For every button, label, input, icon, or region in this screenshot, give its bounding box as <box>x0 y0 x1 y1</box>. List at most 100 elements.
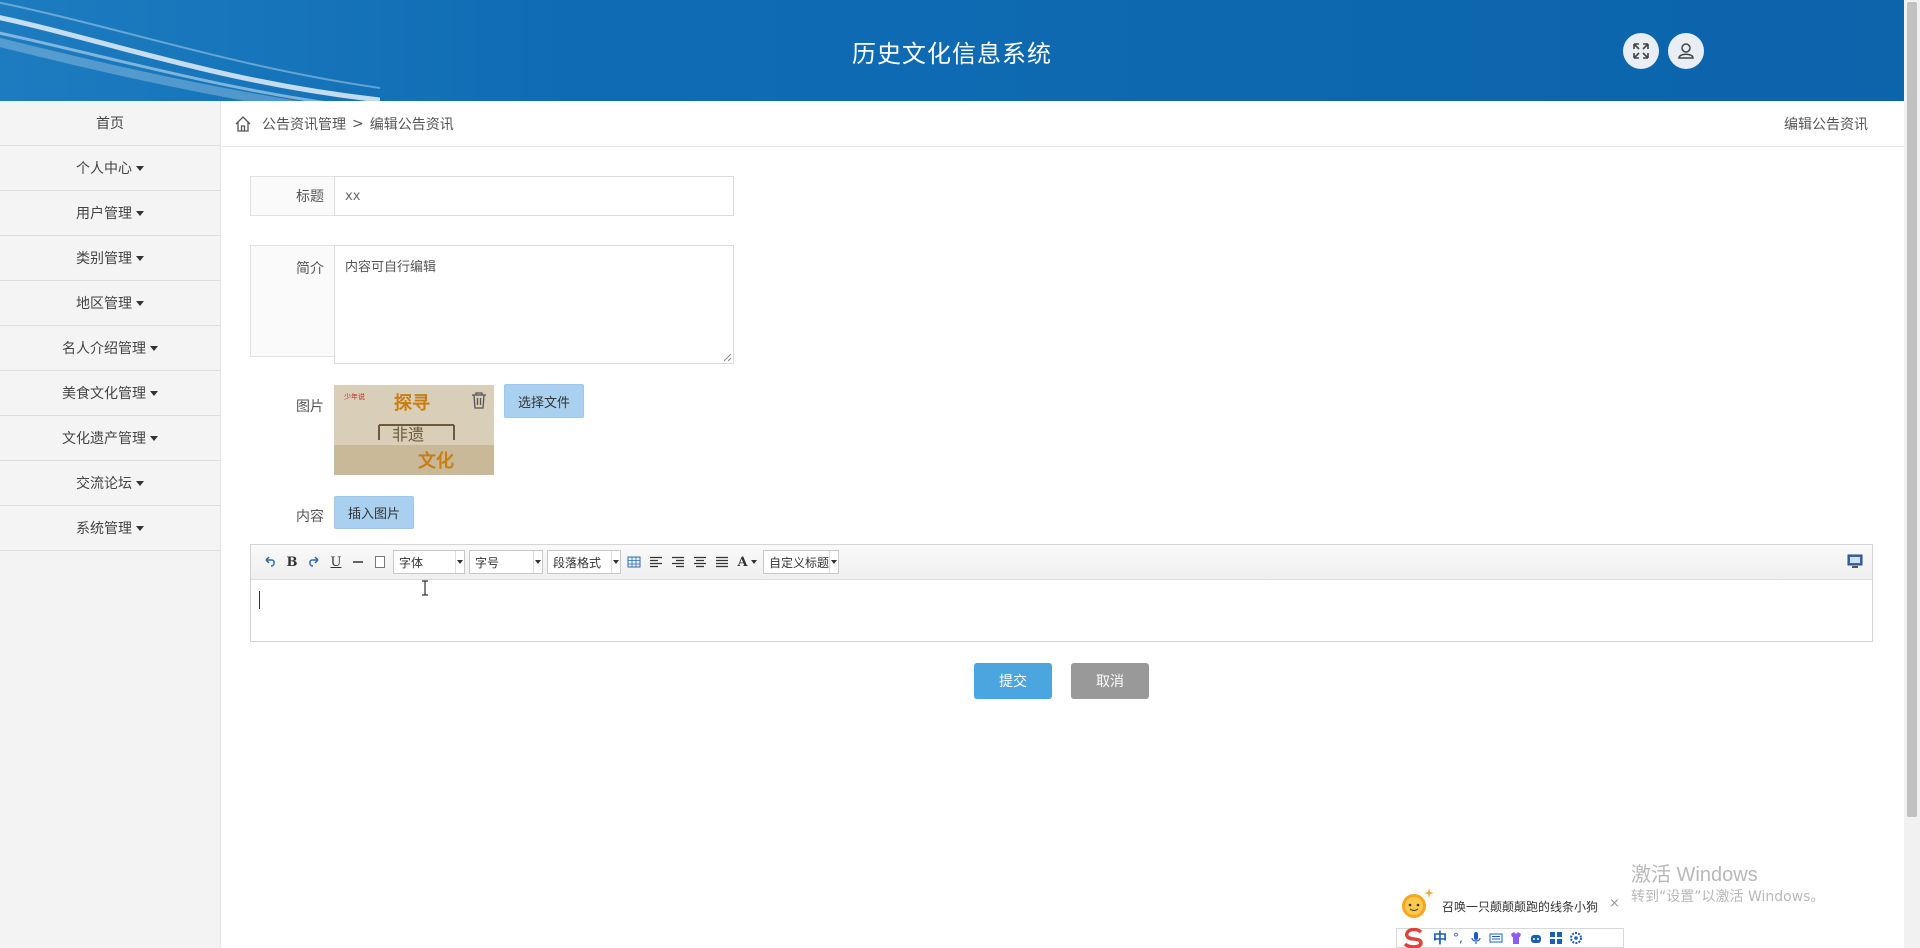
breadcrumb-parent[interactable]: 公告资讯管理 <box>262 114 346 134</box>
caret-down-icon <box>136 210 144 216</box>
app-title: 历史文化信息系统 <box>852 40 1052 68</box>
caret-down-icon <box>150 435 158 441</box>
title-input[interactable]: xx <box>334 176 734 216</box>
input-mode-toggle[interactable]: 中 <box>1433 928 1447 948</box>
intro-label: 简介 <box>250 245 334 357</box>
ime-notification[interactable]: 召唤一只颠颠颠跑的线条小狗 × <box>1396 884 1622 928</box>
ime-notification-text: 召唤一只颠颠颠跑的线条小狗 <box>1442 900 1599 914</box>
grid-apps-icon[interactable] <box>1549 931 1563 945</box>
title-input-value: xx <box>345 188 361 204</box>
text-cursor <box>259 591 260 609</box>
resize-grip-icon[interactable] <box>722 352 732 362</box>
page-break-button[interactable] <box>369 551 391 573</box>
font-color-button[interactable]: A <box>733 551 761 573</box>
keyboard-icon[interactable] <box>1489 931 1503 945</box>
skin-icon[interactable] <box>1509 931 1523 945</box>
align-right-icon <box>672 556 684 568</box>
align-left-button[interactable] <box>645 551 667 573</box>
sidebar-item-heritage[interactable]: 文化遗产管理 <box>0 416 220 461</box>
sidebar-item-forum[interactable]: 交流论坛 <box>0 461 220 506</box>
caret-down-icon <box>136 480 144 486</box>
redo-button[interactable] <box>303 551 325 573</box>
sidebar-item-personal-center[interactable]: 个人中心 <box>0 146 220 191</box>
horizontal-rule-button[interactable] <box>347 551 369 573</box>
page-title: 编辑公告资讯 <box>1784 116 1868 133</box>
sidebar-item-label: 用户管理 <box>76 206 132 222</box>
align-center-icon <box>694 556 706 568</box>
horizontal-rule-icon <box>353 561 363 563</box>
scrollbar-thumb[interactable] <box>1907 2 1917 817</box>
sidebar-item-label: 个人中心 <box>76 161 132 177</box>
table-icon <box>627 556 641 568</box>
breadcrumb-current: 编辑公告资讯 <box>369 116 454 133</box>
sidebar-item-system[interactable]: 系统管理 <box>0 506 220 551</box>
expand-icon <box>1633 43 1649 59</box>
font-family-value: 字体 <box>399 555 424 570</box>
paragraph-format-select[interactable]: 段落格式 <box>547 550 621 574</box>
sidebar-item-label: 名人介绍管理 <box>62 341 146 357</box>
sidebar-item-users[interactable]: 用户管理 <box>0 191 220 236</box>
font-color-icon: A <box>737 554 748 570</box>
breadcrumb: 公告资讯管理 > 编辑公告资讯 编辑公告资讯 <box>222 101 1904 147</box>
font-size-value: 字号 <box>475 555 500 570</box>
chevron-down-icon <box>455 551 464 573</box>
delete-image-button[interactable] <box>466 385 492 415</box>
sidebar-item-label: 地区管理 <box>76 296 132 312</box>
font-size-select[interactable]: 字号 <box>469 550 543 574</box>
custom-title-select[interactable]: 自定义标题 <box>763 550 839 574</box>
punctuation-toggle[interactable]: °, <box>1453 931 1463 945</box>
sidebar: 首页 个人中心 用户管理 类别管理 地区管理 名人介绍管理 美食文化管理 文化遗… <box>0 101 221 948</box>
chevron-down-icon <box>611 551 620 573</box>
font-family-select[interactable]: 字体 <box>393 550 465 574</box>
align-right-button[interactable] <box>667 551 689 573</box>
sidebar-item-regions[interactable]: 地区管理 <box>0 281 220 326</box>
sidebar-item-label: 交流论坛 <box>76 476 132 492</box>
image-subtitle-text: 非遗 <box>392 425 424 444</box>
source-code-icon[interactable] <box>1846 552 1864 570</box>
insert-table-button[interactable] <box>623 551 645 573</box>
undo-button[interactable] <box>259 551 281 573</box>
image-title-text: 探寻 <box>394 392 430 414</box>
sidebar-item-label: 首页 <box>96 116 124 132</box>
fullscreen-button[interactable] <box>1623 33 1659 69</box>
image-footer-text: 文化 <box>418 450 454 472</box>
sun-mascot-icon <box>1402 888 1434 918</box>
sidebar-item-food-culture[interactable]: 美食文化管理 <box>0 371 220 416</box>
page-scrollbar[interactable] <box>1904 0 1920 948</box>
submit-button[interactable]: 提交 <box>974 663 1052 699</box>
choose-file-button[interactable]: 选择文件 <box>504 384 584 418</box>
image-label: 图片 <box>296 399 324 415</box>
sogou-logo-icon[interactable] <box>1401 928 1427 948</box>
app-header: 历史文化信息系统 <box>0 0 1904 101</box>
microphone-icon[interactable] <box>1469 931 1483 945</box>
caret-down-icon <box>150 390 158 396</box>
align-justify-icon <box>716 556 728 568</box>
chevron-down-icon <box>829 551 838 573</box>
close-icon[interactable]: × <box>1609 896 1620 911</box>
chevron-down-icon <box>533 551 542 573</box>
user-button[interactable] <box>1668 33 1704 69</box>
caret-down-icon <box>136 165 144 171</box>
underline-button[interactable]: U <box>325 551 347 573</box>
sidebar-item-categories[interactable]: 类别管理 <box>0 236 220 281</box>
settings-icon[interactable] <box>1569 931 1583 945</box>
align-justify-button[interactable] <box>711 551 733 573</box>
robot-icon[interactable] <box>1529 931 1543 945</box>
title-label-text: 标题 <box>296 189 324 205</box>
align-center-button[interactable] <box>689 551 711 573</box>
breadcrumb-separator: > <box>352 115 364 132</box>
intro-textarea[interactable]: 内容可自行编辑 <box>334 245 734 364</box>
sidebar-item-celebrities[interactable]: 名人介绍管理 <box>0 326 220 371</box>
editor-toolbar: B U 字体 字号 段落格式 A 自定义标题 <box>251 545 1872 580</box>
activation-watermark-subtitle: 转到“设置”以激活 Windows。 <box>1631 889 1825 905</box>
sidebar-item-home[interactable]: 首页 <box>0 101 220 146</box>
bold-button[interactable]: B <box>281 551 303 573</box>
insert-image-button[interactable]: 插入图片 <box>334 496 414 529</box>
chevron-down-icon <box>750 560 757 564</box>
intro-label-text: 简介 <box>296 261 324 277</box>
image-stamp-text: 少年说 <box>344 392 365 401</box>
sidebar-item-label: 系统管理 <box>76 521 132 537</box>
home-icon[interactable] <box>234 115 252 133</box>
sidebar-item-label: 类别管理 <box>76 251 132 267</box>
cancel-button[interactable]: 取消 <box>1071 663 1149 699</box>
